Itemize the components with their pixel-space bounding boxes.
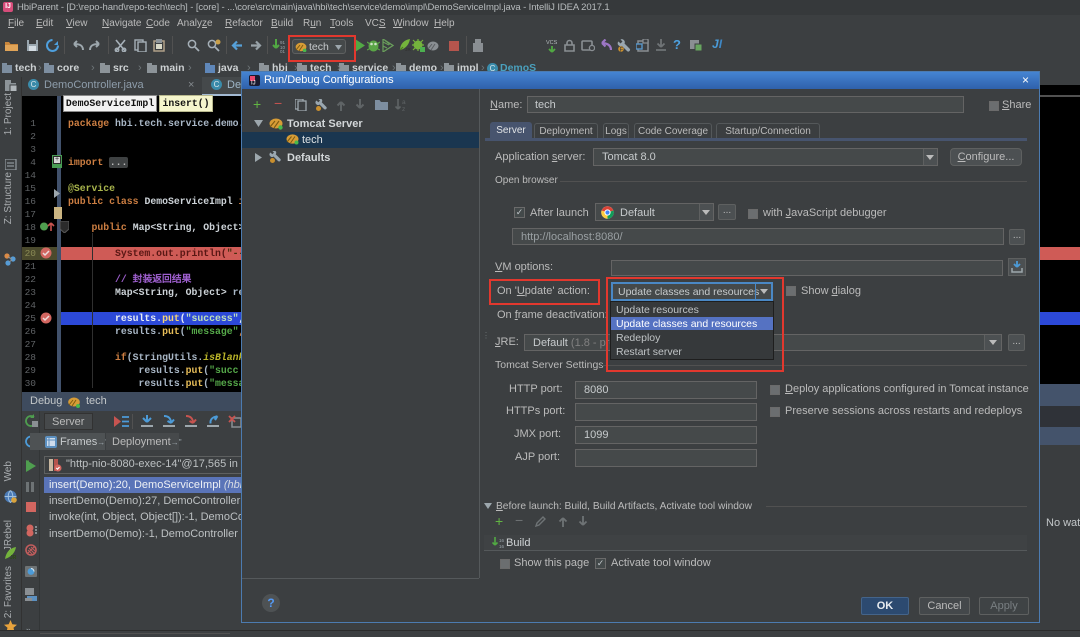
svg-text:01: 01 [280,49,286,53]
svg-text:16: 16 [499,538,504,543]
svg-text:IJ: IJ [251,81,256,87]
svg-text:F: F [620,48,624,53]
svg-text:z: z [402,106,405,112]
svg-text:VCS: VCS [546,40,558,46]
svg-text:a: a [402,99,406,106]
svg-text:JR: JR [10,555,17,560]
svg-text:16: 16 [499,544,504,549]
svg-text:JR: JR [405,47,411,52]
